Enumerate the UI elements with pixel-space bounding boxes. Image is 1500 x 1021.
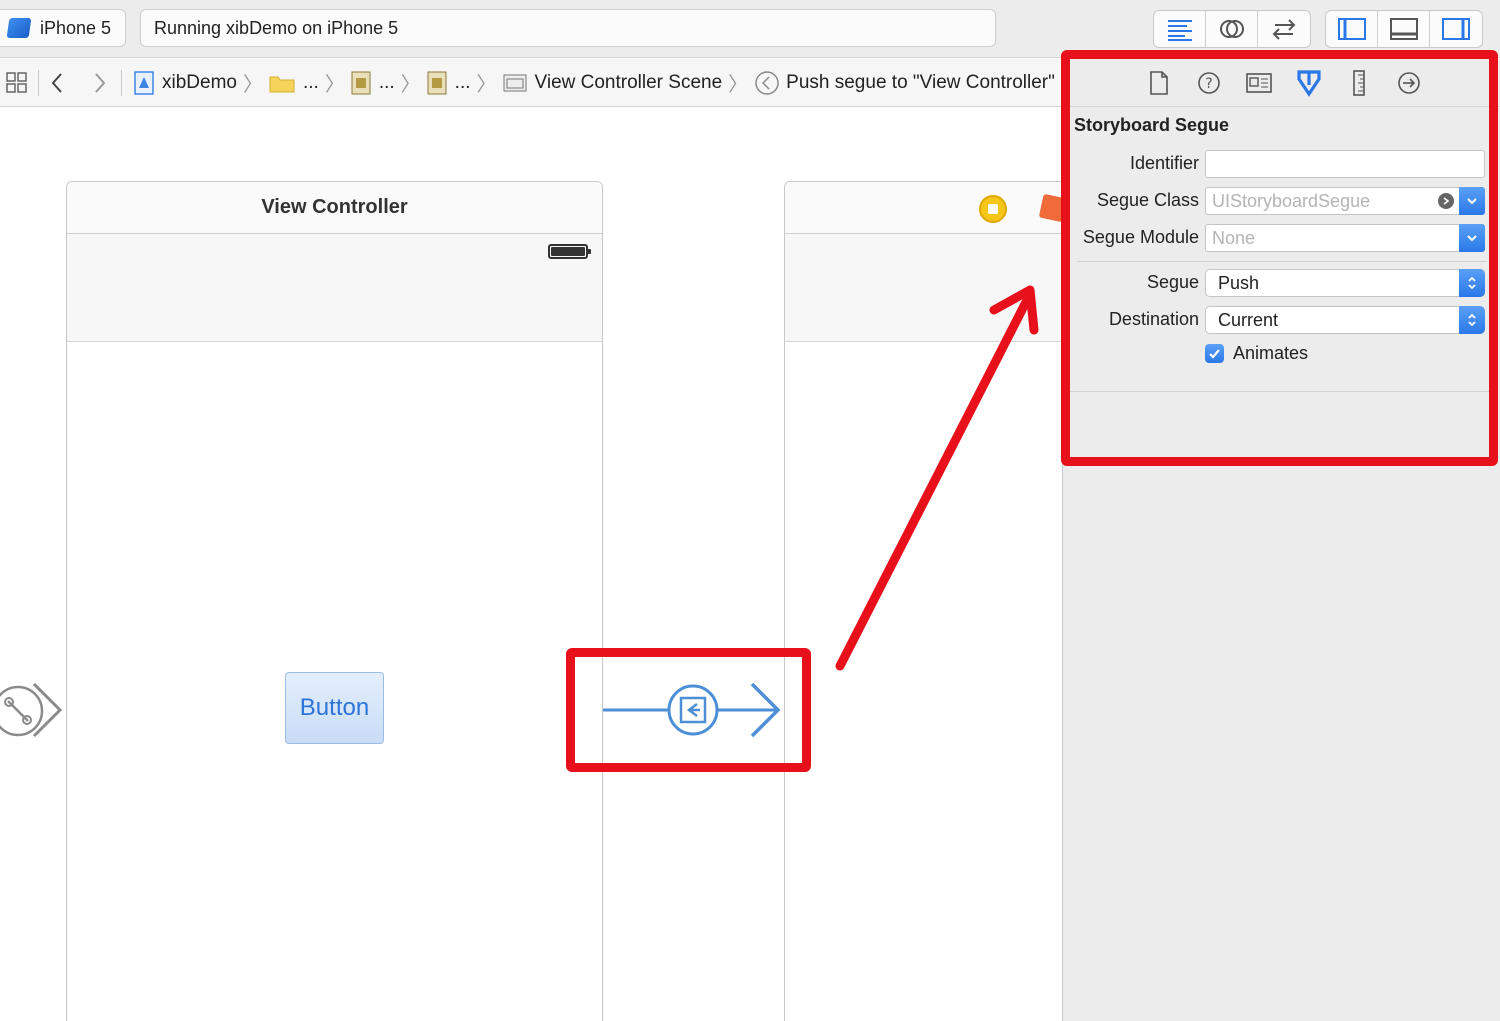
jumpbar-item-base[interactable]: ... bbox=[455, 72, 471, 94]
back-button[interactable] bbox=[49, 72, 67, 94]
jumpbar-divider bbox=[121, 69, 122, 96]
jumpbar-item-group[interactable]: ... bbox=[303, 72, 319, 94]
xcode-app-icon bbox=[6, 18, 32, 38]
forward-button[interactable] bbox=[91, 72, 109, 94]
utilities-toggle-button[interactable] bbox=[1430, 11, 1482, 47]
jumpbar-item-scene[interactable]: View Controller Scene bbox=[535, 72, 723, 94]
inspector-highlight-box bbox=[1061, 50, 1498, 466]
scheme-device-selector[interactable]: iPhone 5 bbox=[0, 9, 126, 47]
chevron-separator-icon: 〉 bbox=[242, 74, 263, 96]
jumpbar-item-project[interactable]: xibDemo bbox=[162, 72, 237, 94]
folder-icon bbox=[269, 73, 295, 93]
left-panel-icon bbox=[1337, 18, 1366, 40]
jumpbar-item-segue[interactable]: Push segue to "View Controller" bbox=[786, 72, 1055, 94]
segue-highlight-box bbox=[566, 648, 811, 772]
assistant-editor-button[interactable] bbox=[1206, 11, 1258, 47]
related-items-button[interactable] bbox=[6, 71, 28, 94]
standard-editor-icon bbox=[1167, 20, 1192, 41]
chevron-right-icon bbox=[95, 72, 106, 93]
jumpbar-item-storyboard[interactable]: ... bbox=[379, 72, 395, 94]
segue-icon bbox=[754, 70, 780, 96]
chevron-separator-icon: 〉 bbox=[324, 74, 345, 96]
push-segue-connection[interactable] bbox=[0, 108, 1062, 1021]
activity-status-text: Running xibDemo on iPhone 5 bbox=[154, 17, 399, 38]
standard-editor-button[interactable] bbox=[1154, 11, 1206, 47]
editor-mode-control bbox=[1153, 10, 1311, 48]
debug-area-toggle-button[interactable] bbox=[1378, 11, 1430, 47]
assistant-editor-icon bbox=[1219, 20, 1244, 38]
chevron-separator-icon: 〉 bbox=[400, 74, 421, 96]
bottom-panel-icon bbox=[1389, 18, 1418, 40]
jumpbar-divider bbox=[38, 69, 39, 96]
grid-icon bbox=[6, 71, 27, 93]
navigator-toggle-button[interactable] bbox=[1326, 11, 1378, 47]
version-editor-icon bbox=[1272, 19, 1296, 40]
device-name: iPhone 5 bbox=[40, 17, 112, 38]
jump-bar: xibDemo 〉 ... 〉 ... 〉 ... 〉 View Control… bbox=[0, 59, 1062, 107]
storyboard-canvas[interactable]: View Controller Button bbox=[0, 108, 1062, 1021]
chevron-separator-icon: 〉 bbox=[728, 74, 749, 96]
storyboard-base-icon bbox=[427, 71, 447, 95]
right-panel-icon bbox=[1442, 18, 1470, 40]
project-icon bbox=[134, 70, 154, 95]
chevron-separator-icon: 〉 bbox=[476, 74, 497, 96]
scene-icon bbox=[503, 73, 527, 93]
version-editor-button[interactable] bbox=[1258, 11, 1310, 47]
storyboard-file-icon bbox=[351, 71, 371, 95]
activity-viewer: Running xibDemo on iPhone 5 bbox=[140, 9, 996, 47]
view-toggle-control bbox=[1325, 10, 1483, 48]
chevron-left-icon bbox=[51, 72, 62, 93]
